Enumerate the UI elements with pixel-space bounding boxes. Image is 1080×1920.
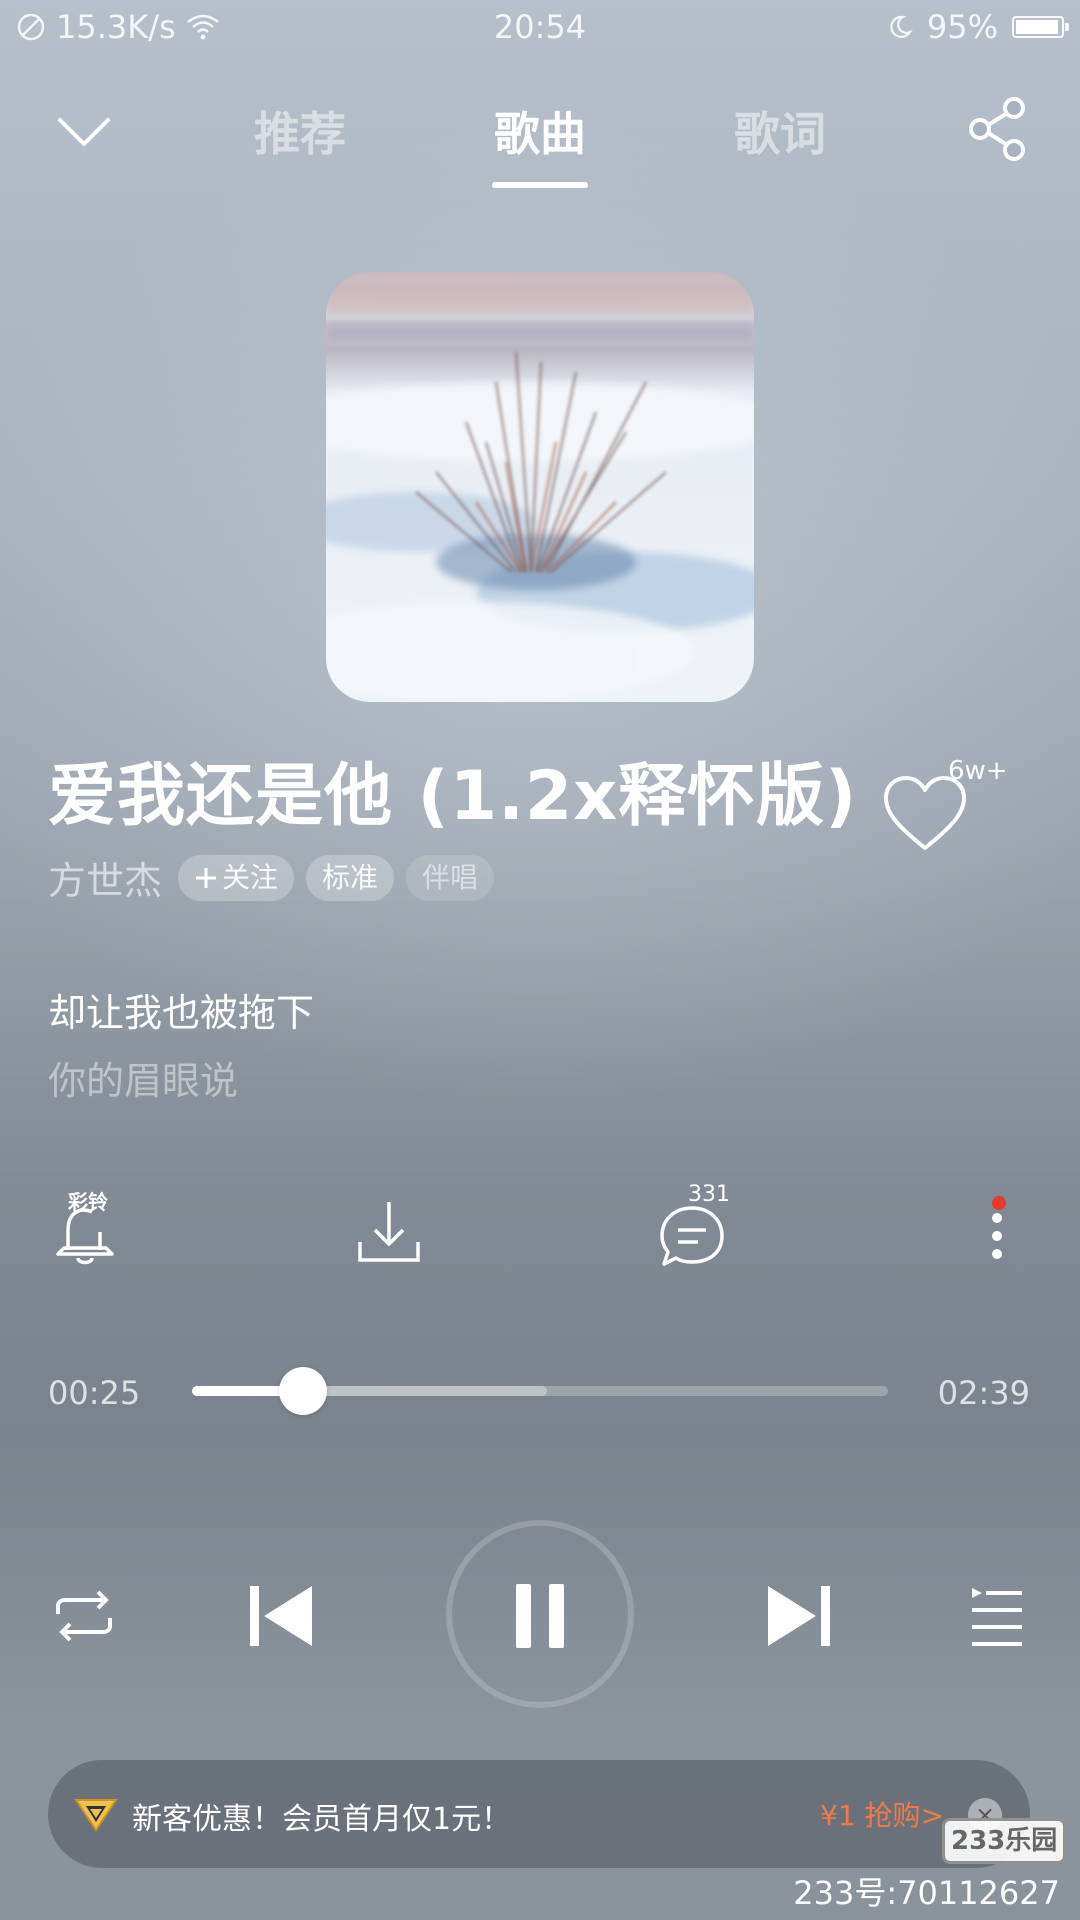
watermark-text: 233号:70112627 [793,1874,1060,1912]
pause-button[interactable] [500,1580,580,1656]
notification-dot [992,1196,1006,1210]
tab-lyrics[interactable]: 歌词 [710,98,850,164]
lyric-next-line[interactable]: 你的眉眼说 [48,1050,238,1105]
next-button[interactable] [760,1578,840,1658]
music-player-screen: 15.3K/s 20:54 95% 推荐 歌曲 歌词 爱我还是他 (1.2x释怀… [0,0,1080,1920]
playlist-button[interactable] [960,1582,1030,1656]
comment-count: 331 [688,1182,730,1207]
progress-slider[interactable] [192,1367,888,1415]
battery-percent: 95% [926,8,998,46]
ringtone-label: 彩铃 [68,1190,108,1214]
collapse-button[interactable] [52,100,116,164]
vip-diamond-icon [74,1799,118,1832]
quality-button[interactable]: 标准 [306,854,395,901]
battery-fill [1016,20,1058,34]
lyric-current-line[interactable]: 却让我也被拖下 [48,982,314,1037]
chevron-down-icon [58,118,110,146]
tab-recommend[interactable]: 推荐 [230,98,370,164]
repeat-button[interactable] [48,1580,120,1656]
follow-button[interactable]: 关注 [178,854,295,901]
artist-name[interactable]: 方世杰 [48,850,162,905]
download-button[interactable] [344,1190,434,1280]
artist-row: 方世杰 关注 标准 伴唱 [48,850,495,905]
watermark-logo: 233乐园 [942,1818,1067,1864]
download-icon [358,1202,420,1262]
tab-song[interactable]: 歌曲 [470,98,610,164]
album-cover-image [326,272,754,702]
skip-previous-icon [250,1586,312,1646]
playlist-icon [972,1588,1022,1646]
comments-button[interactable]: 331 [648,1182,738,1280]
duet-button[interactable]: 伴唱 [406,854,495,901]
elapsed-time: 00:25 [48,1374,141,1412]
share-button[interactable] [962,94,1032,164]
song-title: 爱我还是他 (1.2x释怀版) [48,757,858,836]
progress-thumb[interactable] [279,1367,328,1415]
status-bar: 15.3K/s 20:54 95% [0,0,1080,58]
top-nav: 推荐 歌曲 歌词 [0,80,1080,200]
previous-button[interactable] [240,1578,320,1658]
promo-text: 新客优惠！会员首月仅1元！ [132,1802,512,1837]
follow-label: 关注 [222,860,279,894]
like-button[interactable]: 6w+ [880,756,1020,856]
vip-promo-banner[interactable]: 新客优惠！会员首月仅1元！ ¥1 抢购> × [48,1760,1030,1868]
repeat-icon [56,1590,112,1642]
battery-icon [1012,16,1069,38]
pause-icon [516,1584,564,1648]
more-button[interactable] [952,1190,1042,1280]
plus-icon [196,867,217,888]
tab-indicator [492,182,588,188]
share-icon [969,97,1025,161]
status-right: 95% [887,8,1069,46]
ringtone-button[interactable]: 彩铃 [40,1190,130,1280]
moon-icon [890,15,913,38]
like-count: 6w+ [948,756,1008,786]
promo-cta[interactable]: ¥1 抢购> [820,1794,944,1834]
skip-next-icon [768,1586,830,1646]
album-cover[interactable] [326,272,754,702]
total-time: 02:39 [937,1374,1030,1412]
